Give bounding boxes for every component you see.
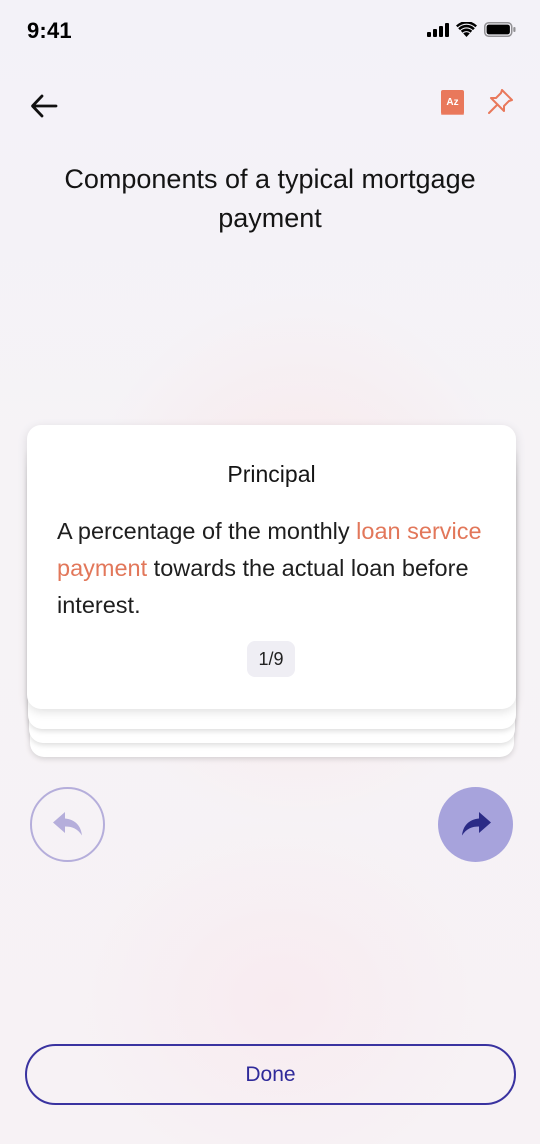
cellular-signal-icon [427, 22, 449, 37]
pin-button[interactable] [484, 86, 516, 118]
card-definition: A percentage of the monthly loan service… [57, 513, 497, 624]
done-button[interactable]: Done [25, 1044, 516, 1105]
flashcard-stack: Principal A percentage of the monthly lo… [27, 425, 517, 760]
wifi-icon [456, 22, 477, 37]
glossary-button[interactable]: Az [438, 88, 468, 118]
glossary-az-icon: Az [441, 90, 464, 115]
header: Az [0, 80, 540, 128]
pin-icon [488, 89, 513, 114]
status-icons [427, 22, 516, 37]
card-term: Principal [227, 461, 316, 487]
arrow-left-icon [31, 94, 58, 118]
next-card-button[interactable] [438, 787, 513, 862]
flashcard[interactable]: Principal A percentage of the monthly lo… [27, 425, 516, 709]
glossary-az-label: Az [446, 97, 458, 108]
definition-text: A percentage of the monthly [57, 518, 357, 544]
back-button[interactable] [24, 86, 64, 126]
card-position-badge: 1/9 [247, 641, 295, 677]
previous-card-button[interactable] [30, 787, 105, 862]
battery-icon [484, 22, 516, 37]
status-bar: 9:41 [0, 0, 540, 64]
status-time: 9:41 [27, 18, 72, 43]
undo-arrow-icon [52, 811, 82, 835]
page-title: Components of a typical mortgage payment [64, 164, 476, 233]
redo-arrow-icon [461, 811, 491, 835]
